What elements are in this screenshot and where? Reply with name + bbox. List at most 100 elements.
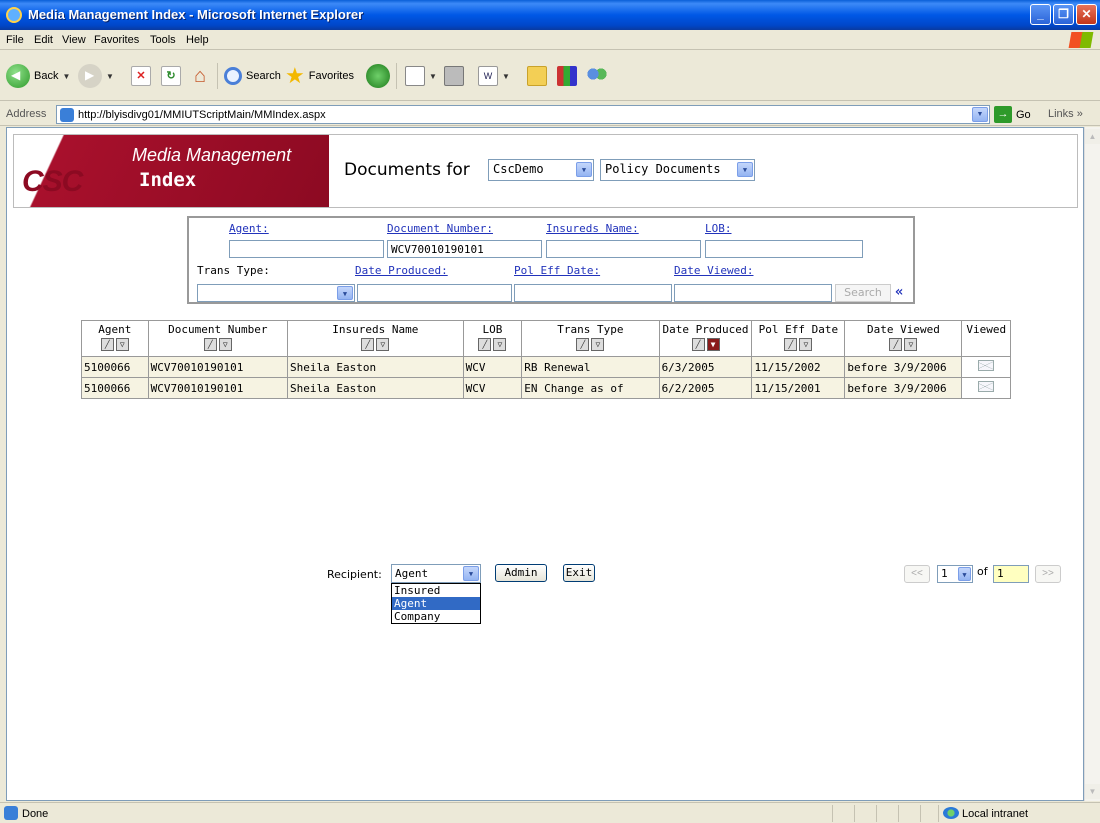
minimize-button[interactable]: _	[1030, 4, 1051, 25]
lob-link[interactable]: LOB:	[705, 222, 732, 235]
print-button[interactable]	[444, 61, 464, 91]
chevron-down-icon[interactable]: ▼	[972, 107, 988, 122]
scroll-up-icon[interactable]: ▲	[1085, 129, 1100, 144]
date-viewed-link[interactable]: Date Viewed:	[674, 264, 753, 277]
back-button[interactable]: Back ▼	[6, 61, 70, 91]
cell-lob: WCV	[462, 356, 523, 378]
address-bar: Address ▼ → Go Links »	[0, 102, 1100, 126]
agent-input[interactable]	[229, 240, 384, 258]
exit-button[interactable]: Exit	[563, 564, 595, 582]
sort-desc-icon[interactable]: ▽	[115, 338, 129, 351]
home-button[interactable]: ⌂	[190, 61, 210, 91]
recipient-option-company[interactable]: Company	[392, 610, 480, 623]
sort-asc-icon[interactable]: ╱	[889, 338, 903, 351]
recipient-option-insured[interactable]: Insured	[392, 584, 480, 597]
page-icon	[60, 108, 74, 122]
recipient-option-agent[interactable]: Agent	[392, 597, 480, 610]
lob-input[interactable]	[705, 240, 863, 258]
table-row[interactable]: 5100066 WCV70010190101 Sheila Easton WCV…	[81, 377, 1011, 399]
date-produced-input[interactable]	[357, 284, 512, 302]
menu-file[interactable]: File	[6, 34, 24, 46]
trans-type-label: Trans Type:	[197, 264, 270, 277]
document-number-input[interactable]	[387, 240, 542, 258]
cell-lob: WCV	[462, 377, 523, 399]
date-produced-link[interactable]: Date Produced:	[355, 264, 448, 277]
mail-button[interactable]: ▼	[405, 61, 437, 91]
messenger-icon	[587, 66, 607, 86]
sort-desc-icon[interactable]: ▽	[591, 338, 605, 351]
sort-desc-icon[interactable]: ▽	[376, 338, 390, 351]
status-cell	[876, 805, 898, 822]
sort-buttons: ╱ ▽	[524, 338, 656, 351]
vertical-scrollbar[interactable]: ▲ ▼	[1084, 127, 1100, 801]
envelope-icon[interactable]	[978, 381, 995, 392]
toolbar: Back ▼ ▼ ✕ ↻ ⌂ Search ★ Favorites ▼ W ▼	[0, 51, 1100, 101]
stop-button[interactable]: ✕	[131, 61, 151, 91]
address-field[interactable]: ▼	[56, 105, 990, 124]
url-input[interactable]	[78, 107, 958, 122]
pol-eff-date-link[interactable]: Pol Eff Date:	[514, 264, 600, 277]
page-select[interactable]: 1 ▼	[937, 565, 973, 583]
title-bar: Media Management Index - Microsoft Inter…	[0, 0, 1100, 30]
messenger-button[interactable]	[587, 61, 607, 91]
pol-eff-date-input[interactable]	[514, 284, 672, 302]
scroll-down-icon[interactable]: ▼	[1085, 784, 1100, 799]
discuss-button[interactable]	[527, 61, 547, 91]
recipient-select[interactable]: Agent ▼	[391, 564, 481, 583]
document-number-link[interactable]: Document Number:	[387, 222, 493, 235]
sort-asc-icon[interactable]: ╱	[100, 338, 114, 351]
menu-tools[interactable]: Tools	[150, 34, 176, 46]
cell-date-produced: 6/2/2005	[658, 377, 753, 399]
col-header-document-number: Document Number ╱ ▽	[147, 320, 288, 357]
go-button[interactable]: → Go	[994, 106, 1031, 123]
search-button[interactable]: Search	[224, 61, 281, 91]
prev-page-button[interactable]: <<	[904, 565, 930, 583]
envelope-icon[interactable]	[978, 360, 995, 371]
sort-desc-icon[interactable]: ▽	[218, 338, 232, 351]
sort-desc-active-icon[interactable]: ▼	[706, 338, 720, 351]
close-button[interactable]: ✕	[1076, 4, 1097, 25]
sort-asc-icon[interactable]: ╱	[784, 338, 798, 351]
table-row[interactable]: 5100066 WCV70010190101 Sheila Easton WCV…	[81, 356, 1011, 378]
menu-view[interactable]: View	[62, 34, 86, 46]
edit-button[interactable]: W ▼	[478, 61, 510, 91]
trans-type-select[interactable]: ▼	[197, 284, 355, 302]
next-page-button[interactable]: >>	[1035, 565, 1061, 583]
date-viewed-input[interactable]	[674, 284, 832, 302]
sort-asc-icon[interactable]: ╱	[478, 338, 492, 351]
sort-asc-icon[interactable]: ╱	[576, 338, 590, 351]
research-button[interactable]	[557, 61, 577, 91]
sort-desc-icon[interactable]: ▽	[493, 338, 507, 351]
insureds-name-input[interactable]	[546, 240, 701, 258]
sort-asc-icon[interactable]: ╱	[691, 338, 705, 351]
admin-button[interactable]: Admin	[495, 564, 547, 582]
ie-icon	[6, 7, 22, 23]
menu-help[interactable]: Help	[186, 34, 209, 46]
doctype-select-value: Policy Documents	[605, 162, 721, 176]
agent-sort-link[interactable]: Agent:	[229, 222, 269, 235]
address-label: Address	[6, 108, 47, 120]
links-button[interactable]: Links »	[1048, 108, 1083, 120]
page-total-field[interactable]: 1	[993, 565, 1029, 583]
sort-desc-icon[interactable]: ▽	[904, 338, 918, 351]
chevron-down-icon: ▼	[429, 71, 437, 81]
media-button[interactable]	[366, 61, 390, 91]
sort-desc-icon[interactable]: ▽	[799, 338, 813, 351]
doctype-select[interactable]: Policy Documents ▼	[600, 159, 755, 181]
search-submit-button[interactable]: Search	[835, 284, 891, 302]
globe-icon	[943, 807, 959, 819]
recipient-select-value: Agent	[395, 567, 429, 580]
insureds-name-link[interactable]: Insureds Name:	[546, 222, 639, 235]
chevron-down-icon: ▼	[106, 71, 114, 81]
collapse-panel-icon[interactable]: «	[895, 284, 903, 300]
forward-button[interactable]: ▼	[78, 61, 114, 91]
maximize-button[interactable]: ❐	[1053, 4, 1074, 25]
menu-edit[interactable]: Edit	[34, 34, 53, 46]
go-arrow-icon: →	[994, 106, 1012, 123]
sort-asc-icon[interactable]: ╱	[203, 338, 217, 351]
menu-favorites[interactable]: Favorites	[94, 34, 139, 46]
refresh-button[interactable]: ↻	[161, 61, 181, 91]
sort-asc-icon[interactable]: ╱	[361, 338, 375, 351]
company-select[interactable]: CscDemo ▼	[488, 159, 594, 181]
favorites-button[interactable]: ★ Favorites	[285, 61, 354, 91]
